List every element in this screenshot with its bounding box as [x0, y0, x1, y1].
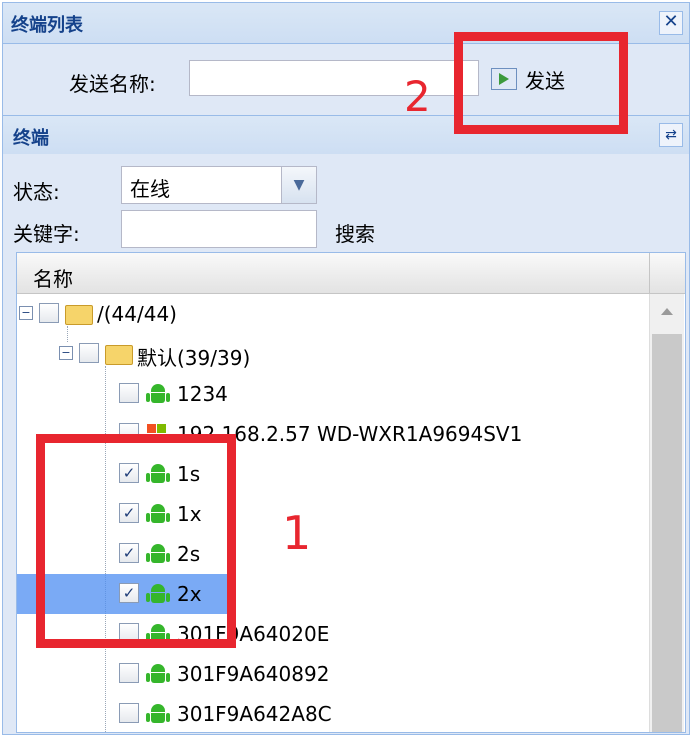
android-icon: [145, 382, 171, 406]
collapse-icon[interactable]: −: [19, 306, 33, 320]
root-checkbox[interactable]: [39, 303, 59, 323]
column-separator: [649, 253, 650, 293]
tree-item-row[interactable]: 301F9A640892: [17, 654, 647, 694]
tree-root-row[interactable]: − /(44/44): [17, 294, 647, 334]
group-checkbox[interactable]: [79, 343, 99, 363]
item-label: 301F9A642A8C: [177, 702, 332, 726]
keyword-input[interactable]: [121, 210, 317, 248]
item-label: 1234: [177, 382, 228, 406]
search-button[interactable]: 搜索: [335, 218, 375, 247]
group-label: 默认(39/39): [137, 346, 251, 370]
status-label: 状态:: [13, 180, 60, 204]
close-icon[interactable]: ✕: [659, 11, 683, 35]
chevron-down-icon[interactable]: ▼: [281, 167, 316, 203]
item-label: 301F9A640892: [177, 662, 330, 686]
keyword-label: 关键字:: [13, 222, 80, 246]
column-header-name[interactable]: 名称: [33, 263, 73, 292]
item-checkbox[interactable]: [119, 703, 139, 723]
item-checkbox[interactable]: [119, 383, 139, 403]
tree-item-row[interactable]: 301F9A642A8C: [17, 694, 647, 732]
annotation-number-1: 1: [282, 506, 312, 560]
android-icon: [145, 702, 171, 726]
root-label: /(44/44): [97, 302, 177, 326]
window-title: 终端列表: [11, 15, 83, 36]
folder-icon: [105, 345, 133, 365]
status-select-value: 在线: [130, 177, 170, 201]
terminal-panel-title: 终端: [13, 128, 49, 149]
annotation-box-send-button: [454, 32, 628, 134]
annotation-box-checked-items: [36, 434, 236, 648]
grid-header: 名称: [17, 253, 685, 294]
refresh-icon[interactable]: ⇄: [659, 123, 683, 147]
android-icon: [145, 662, 171, 686]
status-select[interactable]: 在线 ▼: [121, 166, 317, 204]
tree-group-row[interactable]: − 默认(39/39): [17, 334, 647, 374]
vertical-scrollbar[interactable]: [649, 294, 684, 732]
item-checkbox[interactable]: [119, 663, 139, 683]
send-name-input[interactable]: [189, 60, 479, 96]
send-name-label: 发送名称:: [69, 72, 156, 96]
scroll-up-icon[interactable]: [661, 308, 673, 315]
scrollbar-thumb[interactable]: [652, 334, 682, 732]
collapse-icon[interactable]: −: [59, 346, 73, 360]
filter-form: 状态: 在线 ▼ 关键字: 搜索: [3, 154, 689, 254]
folder-icon: [65, 305, 93, 325]
annotation-number-2: 2: [404, 72, 431, 121]
tree-item-row[interactable]: 1234: [17, 374, 647, 414]
